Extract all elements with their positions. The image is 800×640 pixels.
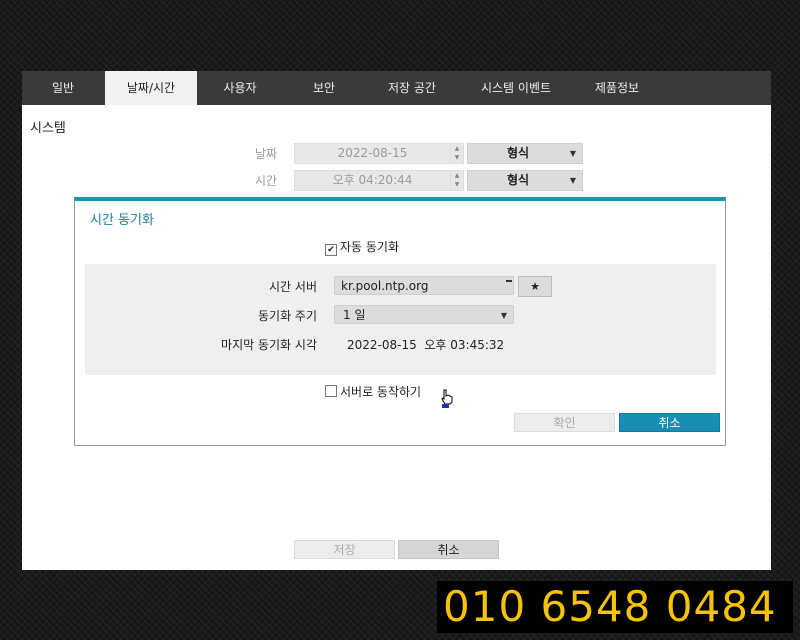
server-mode-checkbox[interactable]: 서버로 동작하기 bbox=[325, 383, 421, 400]
time-format-select[interactable]: 형식 ▼ bbox=[467, 170, 583, 191]
time-spinner[interactable]: ▲ ▼ bbox=[450, 170, 464, 191]
checkbox-checked-icon: ✔ bbox=[325, 244, 337, 256]
checkbox-unchecked-icon bbox=[325, 385, 337, 397]
dialog-cancel-button[interactable]: 취소 bbox=[619, 413, 720, 432]
server-favorite-button[interactable]: ★ bbox=[518, 276, 552, 297]
last-sync-value: 2022-08-15 오후 03:45:32 bbox=[347, 338, 505, 352]
chevron-down-icon: ▼ bbox=[569, 176, 576, 185]
tab-user[interactable]: 사용자 bbox=[198, 71, 282, 105]
last-sync-label: 마지막 동기화 시각 bbox=[221, 338, 317, 352]
server-label: 시간 서버 bbox=[269, 280, 317, 294]
phone-number: 010 6548 0484 bbox=[443, 582, 777, 631]
tab-date-time[interactable]: 날짜/시간 bbox=[105, 71, 197, 105]
save-button[interactable]: 저장 bbox=[294, 540, 395, 559]
auto-sync-label: 자동 동기화 bbox=[340, 240, 400, 254]
tab-storage[interactable]: 저장 공간 bbox=[366, 71, 458, 105]
time-format-value: 형식 bbox=[506, 173, 530, 187]
tab-security[interactable]: 보안 bbox=[283, 71, 365, 105]
time-server-input[interactable]: kr.pool.ntp.org bbox=[334, 276, 514, 295]
cursor-indicator bbox=[442, 404, 449, 408]
chevron-down-icon: ▼ bbox=[569, 149, 576, 158]
time-field[interactable]: 오후 04:20:44 bbox=[294, 170, 451, 191]
tab-product-info[interactable]: 제품정보 bbox=[574, 71, 660, 105]
ok-button[interactable]: 확인 bbox=[514, 413, 615, 432]
date-label: 날짜 bbox=[255, 147, 278, 161]
date-field[interactable]: 2022-08-15 bbox=[294, 143, 451, 164]
auto-sync-checkbox[interactable]: ✔ 자동 동기화 bbox=[325, 238, 399, 256]
interval-label: 동기화 주기 bbox=[257, 309, 317, 323]
dialog-title: 시간 동기화 bbox=[90, 213, 154, 228]
sync-interval-value: 1 일 bbox=[343, 308, 366, 322]
sync-interval-select[interactable]: 1 일 ▼ bbox=[334, 305, 514, 324]
star-icon: ★ bbox=[530, 280, 540, 293]
tab-bar: 일반 날짜/시간 사용자 보안 저장 공간 시스템 이벤트 제품정보 bbox=[22, 71, 771, 105]
date-format-select[interactable]: 형식 ▼ bbox=[467, 143, 583, 164]
tab-system-event[interactable]: 시스템 이벤트 bbox=[459, 71, 573, 105]
date-format-value: 형식 bbox=[506, 146, 530, 160]
time-sync-dialog: 시간 동기화 ✔ 자동 동기화 시간 서버 kr.pool.ntp.org ★ 동… bbox=[74, 197, 726, 446]
cancel-button[interactable]: 취소 bbox=[398, 540, 499, 559]
section-title: 시스템 bbox=[30, 121, 66, 136]
text-caret bbox=[506, 280, 512, 282]
sync-settings-box: 시간 서버 kr.pool.ntp.org ★ 동기화 주기 1 일 ▼ 마지막… bbox=[85, 264, 716, 375]
server-mode-label: 서버로 동작하기 bbox=[340, 385, 422, 399]
phone-overlay: 010 6548 0484 bbox=[437, 581, 793, 633]
time-label: 시간 bbox=[255, 174, 278, 188]
chevron-down-icon: ▼ bbox=[500, 311, 507, 320]
tab-general[interactable]: 일반 bbox=[22, 71, 104, 105]
date-spinner[interactable]: ▲ ▼ bbox=[450, 143, 464, 164]
